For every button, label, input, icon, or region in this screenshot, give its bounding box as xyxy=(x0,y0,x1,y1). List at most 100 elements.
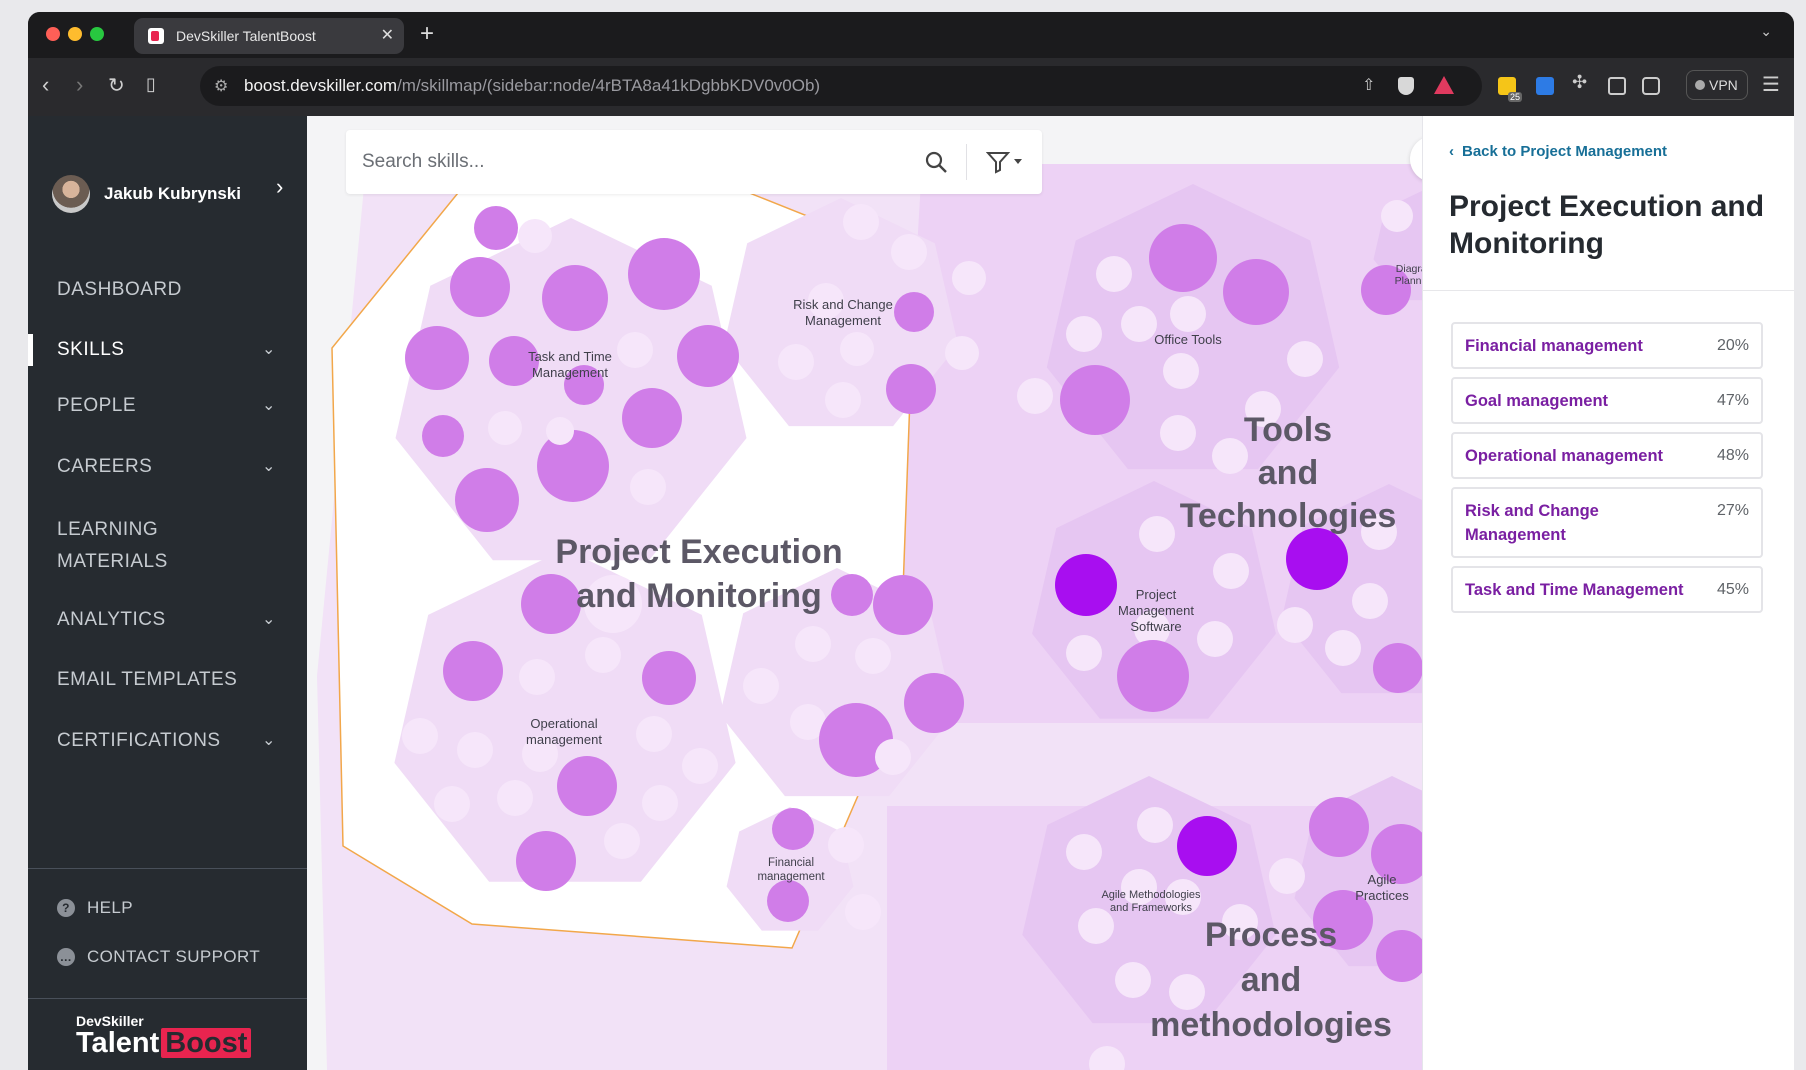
skill-bubble[interactable] xyxy=(1078,908,1114,944)
skill-bubble[interactable] xyxy=(1149,224,1217,292)
skill-bubble[interactable] xyxy=(886,364,936,414)
skill-bubble[interactable] xyxy=(1169,974,1205,1010)
skill-bubble[interactable] xyxy=(455,468,519,532)
skill-bubble[interactable] xyxy=(1212,438,1248,474)
skill-bubble[interactable] xyxy=(521,574,581,634)
skill-bubble[interactable] xyxy=(828,827,864,863)
sidebar-item-learning-materials[interactable]: LEARNING MATERIALS xyxy=(28,514,307,578)
skill-bubble[interactable] xyxy=(778,344,814,380)
close-window-button[interactable] xyxy=(46,27,60,41)
skill-bubble[interactable] xyxy=(1277,607,1313,643)
skill-bubble[interactable] xyxy=(443,641,503,701)
browser-tab[interactable]: DevSkiller TalentBoost ✕ xyxy=(134,18,404,54)
menu-icon[interactable]: ☰ xyxy=(1762,72,1780,97)
url-text[interactable]: boost.devskiller.com/m/skillmap/(sidebar… xyxy=(244,76,820,96)
skill-bubble[interactable] xyxy=(1163,353,1199,389)
sidebar-item-dashboard[interactable]: DASHBOARD xyxy=(28,276,307,304)
skill-bubble[interactable] xyxy=(450,257,510,317)
skill-bubble[interactable] xyxy=(894,292,934,332)
skill-bubble[interactable] xyxy=(1381,200,1413,232)
sidebar-toggle-icon[interactable] xyxy=(1608,77,1626,95)
skill-bubble[interactable] xyxy=(434,786,470,822)
skill-bubble[interactable] xyxy=(1213,553,1249,589)
skill-bubble[interactable] xyxy=(1287,341,1323,377)
skill-bubble[interactable] xyxy=(1115,962,1151,998)
vpn-button[interactable]: VPN xyxy=(1686,70,1748,100)
skill-map[interactable]: Task and Time Management Risk and Change… xyxy=(307,116,1422,1070)
translate-extension-icon[interactable] xyxy=(1536,77,1554,95)
skill-bubble[interactable] xyxy=(873,575,933,635)
skill-bubble[interactable] xyxy=(516,831,576,891)
skill-bubble[interactable] xyxy=(636,716,672,752)
skill-bubble[interactable] xyxy=(1177,816,1237,876)
sidebar-item-certifications[interactable]: CERTIFICATIONS ⌄ xyxy=(28,727,307,755)
skill-bubble[interactable] xyxy=(1352,583,1388,619)
skill-bubble[interactable] xyxy=(840,332,874,366)
tab-search-chevron-icon[interactable]: ⌄ xyxy=(1760,23,1772,40)
skill-bubble[interactable] xyxy=(677,325,739,387)
sidebar-item-people[interactable]: PEOPLE ⌄ xyxy=(28,392,307,420)
skill-bubble[interactable] xyxy=(1170,296,1206,332)
brave-shield-icon[interactable] xyxy=(1398,77,1414,95)
skill-bubble[interactable] xyxy=(1066,834,1102,870)
skill-bubble[interactable] xyxy=(1139,516,1175,552)
skill-bubble[interactable] xyxy=(518,219,552,253)
skill-bubble[interactable] xyxy=(875,739,911,775)
skill-bubble[interactable] xyxy=(945,336,979,370)
skill-bubble[interactable] xyxy=(1066,635,1102,671)
skill-bubble[interactable] xyxy=(1055,554,1117,616)
skill-bubble[interactable] xyxy=(855,638,891,674)
contact-support-link[interactable]: … CONTACT SUPPORT xyxy=(57,947,260,967)
skill-bubble[interactable] xyxy=(682,748,718,784)
zoom-window-button[interactable] xyxy=(90,27,104,41)
close-tab-icon[interactable]: ✕ xyxy=(381,18,394,54)
skill-bubble[interactable] xyxy=(952,261,986,295)
skill-bubble[interactable] xyxy=(1066,316,1102,352)
skill-bubble[interactable] xyxy=(767,880,809,922)
address-bar[interactable]: ⚙ boost.devskiller.com/m/skillmap/(sideb… xyxy=(200,66,1482,106)
skill-bubble[interactable] xyxy=(519,659,555,695)
skill-bubble[interactable] xyxy=(497,780,533,816)
skill-bubble[interactable] xyxy=(795,626,831,662)
filter-icon[interactable] xyxy=(986,150,1026,174)
skill-bubble[interactable] xyxy=(1373,643,1422,693)
skill-bubble[interactable] xyxy=(457,732,493,768)
search-icon[interactable] xyxy=(924,150,948,174)
skill-bubble[interactable] xyxy=(402,718,438,754)
skill-bubble[interactable] xyxy=(1121,306,1157,342)
skill-bubble[interactable] xyxy=(537,430,609,502)
extensions-puzzle-icon[interactable]: ✣ xyxy=(1572,72,1590,92)
skill-row-risk-and-change-management[interactable]: Risk and Change Management 27% xyxy=(1451,487,1763,558)
skill-bubble[interactable] xyxy=(617,332,653,368)
skill-bubble[interactable] xyxy=(604,823,640,859)
skill-bubble[interactable] xyxy=(557,756,617,816)
skill-bubble[interactable] xyxy=(825,382,861,418)
skill-row-financial-management[interactable]: Financial management 20% xyxy=(1451,322,1763,369)
help-link[interactable]: ? HELP xyxy=(57,898,133,918)
skill-bubble[interactable] xyxy=(405,326,469,390)
share-icon[interactable]: ⇧ xyxy=(1362,75,1375,95)
skill-bubble[interactable] xyxy=(630,469,666,505)
skill-bubble[interactable] xyxy=(843,204,879,240)
skill-row-goal-management[interactable]: Goal management 47% xyxy=(1451,377,1763,424)
sidebar-item-email-templates[interactable]: EMAIL TEMPLATES xyxy=(28,666,307,694)
skill-row-operational-management[interactable]: Operational management 48% xyxy=(1451,432,1763,479)
sidebar-item-analytics[interactable]: ANALYTICS ⌄ xyxy=(28,606,307,634)
skill-bubble[interactable] xyxy=(542,265,608,331)
skill-bubble[interactable] xyxy=(845,894,881,930)
skill-bubble[interactable] xyxy=(743,668,779,704)
chevron-right-icon[interactable]: › xyxy=(276,174,283,200)
skill-bubble[interactable] xyxy=(1223,259,1289,325)
skill-bubble[interactable] xyxy=(1160,415,1196,451)
bookmark-icon[interactable]: ▯ xyxy=(146,74,156,95)
back-arrow-icon[interactable]: ‹ xyxy=(42,72,49,98)
skill-bubble[interactable] xyxy=(1269,858,1305,894)
skill-bubble[interactable] xyxy=(622,388,682,448)
skill-bubble[interactable] xyxy=(1197,621,1233,657)
skill-bubble[interactable] xyxy=(772,808,814,850)
sidebar-item-skills[interactable]: SKILLS ⌄ xyxy=(28,334,307,366)
minimize-window-button[interactable] xyxy=(68,27,82,41)
skill-bubble[interactable] xyxy=(488,411,522,445)
skill-bubble[interactable] xyxy=(904,673,964,733)
skill-bubble[interactable] xyxy=(422,415,464,457)
